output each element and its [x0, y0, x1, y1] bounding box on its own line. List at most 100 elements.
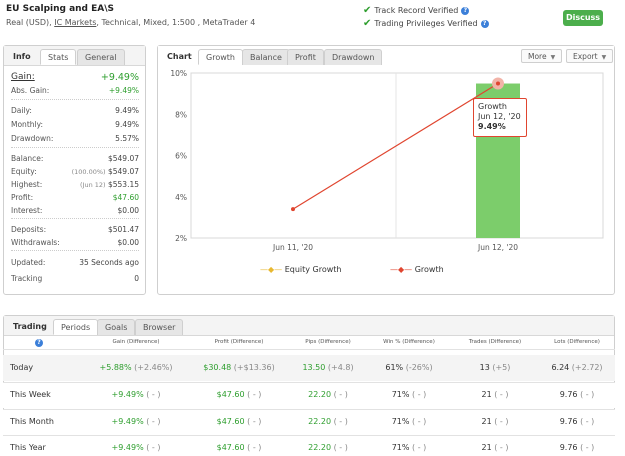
- tab-balance[interactable]: Balance: [242, 49, 290, 65]
- legend-marker-equity: —◆—: [260, 265, 283, 274]
- check-icon: ✔: [363, 5, 372, 16]
- plot-area: [190, 72, 604, 239]
- row-label: This Year: [10, 443, 46, 452]
- info-tabbar: Info Stats General: [4, 46, 145, 66]
- deposits-row: Deposits: $501.47: [11, 225, 139, 234]
- cell-difference: (+5): [492, 363, 511, 372]
- updated-label: Updated:: [11, 258, 46, 267]
- y-tick-label: 4%: [175, 193, 187, 202]
- broker-link[interactable]: IC Markets: [54, 18, 96, 27]
- divider: [11, 147, 139, 148]
- drawdown-value: 5.57%: [115, 134, 139, 143]
- gain-row: Gain: +9.49%: [11, 72, 139, 83]
- legend-label-growth: Growth: [414, 265, 444, 274]
- help-icon[interactable]: ?: [461, 6, 470, 15]
- account-type: Real (USD),: [6, 18, 52, 27]
- more-dropdown[interactable]: More ▼: [521, 49, 563, 63]
- tab-profit[interactable]: Profit: [287, 49, 324, 65]
- trading-tabbar: Trading Periods Goals Browser: [4, 316, 614, 336]
- cell-profit: $47.60 ( - ): [189, 417, 289, 426]
- cell-gain: +9.49% ( - ): [86, 390, 186, 399]
- profit-label: Profit:: [11, 193, 34, 202]
- cell-difference: ( - ): [247, 417, 262, 426]
- cell-difference: ( - ): [412, 443, 427, 452]
- trading-privileges-label: Trading Privileges Verified: [374, 19, 478, 28]
- cell-difference: ( - ): [494, 417, 509, 426]
- col-trades: Trades (Difference): [468, 339, 522, 345]
- tab-info[interactable]: Info: [6, 49, 38, 65]
- col-pips: Pips (Difference): [305, 339, 351, 345]
- x-tick-label: Jun 11, '20: [272, 243, 313, 252]
- y-tick-label: 8%: [175, 110, 187, 119]
- divider: [3, 435, 615, 436]
- cell-value: 22.20: [308, 443, 332, 452]
- tab-growth[interactable]: Growth: [198, 49, 243, 65]
- cell-lots: 9.76 ( - ): [527, 390, 625, 399]
- cell-value: 9.76: [559, 443, 578, 452]
- export-dropdown[interactable]: Export ▼: [566, 49, 614, 63]
- legend-growth[interactable]: —◆— Growth: [390, 265, 444, 274]
- highest-row: Highest: (Jun 12) $553.15: [11, 180, 139, 189]
- drawdown-label: Drawdown:: [11, 134, 54, 143]
- tab-chart[interactable]: Chart: [160, 49, 199, 65]
- monthly-value: 9.49%: [115, 120, 139, 129]
- row-label: This Month: [10, 417, 54, 426]
- tab-trading[interactable]: Trading: [6, 319, 54, 335]
- legend-equity-growth[interactable]: —◆— Equity Growth: [260, 265, 342, 274]
- cell-difference: ( - ): [333, 390, 348, 399]
- track-record-label: Track Record Verified: [374, 6, 459, 15]
- cell-value: +5.88%: [99, 363, 132, 372]
- cell-win: 71% ( - ): [359, 443, 459, 452]
- cell-value: 9.76: [559, 390, 578, 399]
- daily-value: 9.49%: [115, 106, 139, 115]
- cell-difference: ( - ): [146, 417, 161, 426]
- cell-difference: (+2.46%): [134, 363, 173, 372]
- help-icon[interactable]: ?: [480, 19, 489, 28]
- discuss-button[interactable]: Discuss: [563, 10, 603, 26]
- tooltip-series: Growth: [478, 102, 507, 111]
- updated-row: Updated: 35 Seconds ago: [11, 258, 139, 267]
- divider: [11, 250, 139, 251]
- cell-win: 61% (-26%): [359, 363, 459, 372]
- y-tick-label: 10%: [170, 69, 187, 78]
- tab-drawdown[interactable]: Drawdown: [324, 49, 383, 65]
- daily-row: Daily: 9.49%: [11, 106, 139, 115]
- tab-general[interactable]: General: [77, 49, 125, 65]
- balance-value: $549.07: [107, 154, 139, 163]
- withdrawals-value: $0.00: [117, 238, 139, 247]
- daily-label: Daily:: [11, 106, 32, 115]
- account-header: EU Scalping and EA\S Real (USD), IC Mark…: [0, 0, 625, 38]
- tab-periods[interactable]: Periods: [53, 319, 99, 335]
- balance-label: Balance:: [11, 154, 44, 163]
- cell-difference: (+$13.36): [233, 363, 275, 372]
- account-title: EU Scalping and EA\S: [6, 4, 115, 14]
- account-details: , Technical, Mixed, 1:500 , MetaTrader 4: [96, 18, 256, 27]
- monthly-label: Monthly:: [11, 120, 44, 129]
- cell-difference: ( - ): [580, 390, 595, 399]
- cell-difference: ( - ): [247, 443, 262, 452]
- cell-value: +9.49%: [111, 443, 144, 452]
- cell-win: 71% ( - ): [359, 390, 459, 399]
- help-icon[interactable]: ?: [35, 339, 43, 347]
- tab-browser[interactable]: Browser: [135, 319, 184, 335]
- tracking-row: Tracking 0: [11, 274, 139, 283]
- tracking-value: 0: [134, 274, 139, 283]
- tab-goals[interactable]: Goals: [97, 319, 136, 335]
- export-label: Export: [573, 52, 598, 61]
- cell-value: +9.49%: [111, 390, 144, 399]
- col-gain: Gain (Difference): [112, 339, 160, 345]
- highest-value: $553.15: [107, 180, 139, 189]
- withdrawals-row: Withdrawals: $0.00: [11, 238, 139, 247]
- cell-difference: ( - ): [494, 443, 509, 452]
- withdrawals-label: Withdrawals:: [11, 238, 60, 247]
- deposits-label: Deposits:: [11, 225, 47, 234]
- tab-stats[interactable]: Stats: [40, 49, 77, 65]
- cell-difference: ( - ): [494, 390, 509, 399]
- balance-row: Balance: $549.07: [11, 154, 139, 163]
- cell-value: 71%: [391, 390, 410, 399]
- gain-value: +9.49%: [100, 72, 139, 83]
- cell-difference: ( - ): [333, 443, 348, 452]
- cell-gain: +9.49% ( - ): [86, 443, 186, 452]
- divider: [3, 382, 615, 383]
- equity-percent: (100.00%): [71, 168, 106, 176]
